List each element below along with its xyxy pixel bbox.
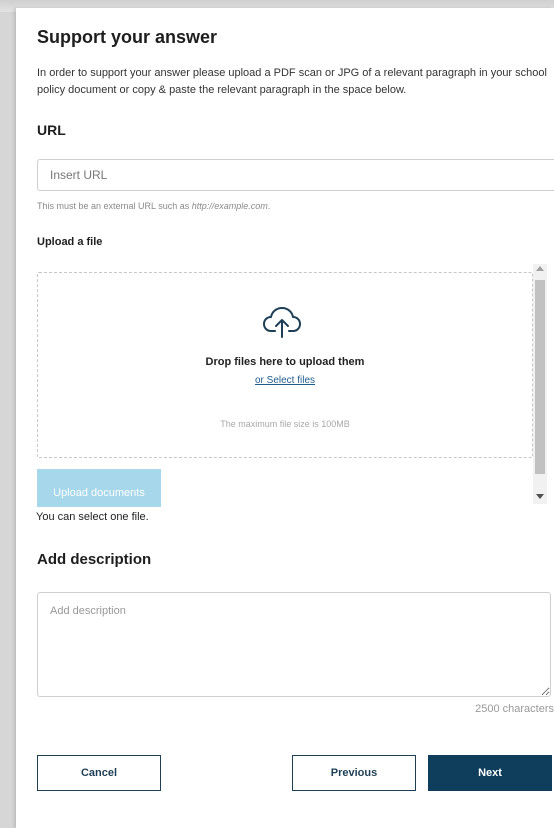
next-button[interactable]: Next — [428, 755, 552, 791]
previous-button[interactable]: Previous — [292, 755, 416, 791]
scroll-up-arrow-icon[interactable] — [536, 266, 544, 271]
description-textarea[interactable] — [37, 592, 551, 697]
character-count: 2500 characters — [475, 703, 554, 715]
file-limit-note: You can select one file. — [36, 511, 149, 523]
url-hint-prefix: This must be an external URL such as — [37, 201, 192, 211]
url-hint-suffix: . — [267, 201, 271, 211]
scrollbar-thumb[interactable] — [535, 280, 545, 474]
select-files-link[interactable]: or Select files — [255, 375, 315, 386]
page-title: Support your answer — [37, 27, 218, 47]
upload-label: Upload a file — [37, 236, 103, 248]
cloud-upload-icon — [263, 307, 301, 338]
max-file-size-text: The maximum file size is 100MB — [220, 419, 350, 429]
intro-text: In order to support your answer please u… — [37, 67, 547, 96]
cancel-button[interactable]: Cancel — [37, 755, 161, 791]
url-hint-example: http://example.com — [191, 201, 268, 211]
support-answer-panel: Support your answer In order to support … — [16, 8, 554, 828]
url-hint: This must be an external URL such as htt… — [37, 201, 270, 211]
drop-files-text: Drop files here to upload them — [205, 356, 365, 368]
upload-documents-button[interactable]: Upload documents — [37, 469, 161, 507]
url-heading: URL — [37, 122, 66, 138]
select-files-container: or Select files — [37, 375, 533, 386]
url-input[interactable] — [37, 159, 554, 191]
scroll-down-arrow-icon[interactable] — [536, 494, 544, 499]
description-heading: Add description — [37, 551, 152, 568]
